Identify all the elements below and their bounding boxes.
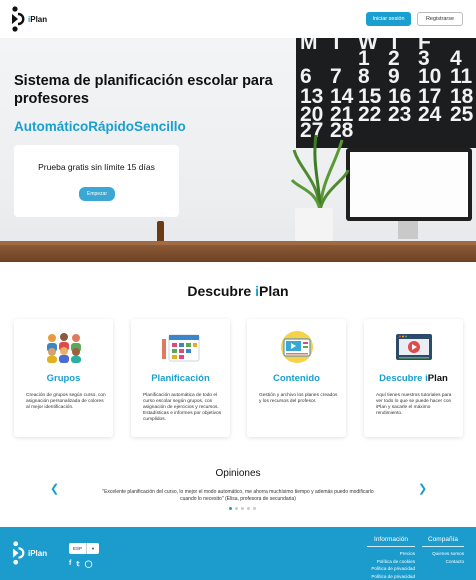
chevron-right-icon[interactable]: ❯ xyxy=(418,482,427,495)
footer-link-privacy-2[interactable]: Política de privacidad xyxy=(367,573,415,580)
trial-text: Prueba gratis sin límite 15 días xyxy=(38,162,155,172)
instagram-icon[interactable]: ◯ xyxy=(85,560,93,568)
calendar-digit: M xyxy=(300,38,318,54)
feature-title: Grupos xyxy=(46,373,81,384)
iplan-logo[interactable]: iPlan xyxy=(11,6,47,32)
testimonial-quote: "Excelente planificación del curso, lo m… xyxy=(102,489,374,502)
social-links: f 𝕥 ◯ xyxy=(69,560,92,568)
info-column: Información Precios Política de cookies … xyxy=(367,535,415,580)
feature-title: Descubre iPlan xyxy=(379,373,448,384)
twitter-icon[interactable]: 𝕥 xyxy=(76,560,79,568)
feature-card-tutorials[interactable]: Descubre iPlan Aquí tienes nuestros tuto… xyxy=(364,319,463,437)
feature-card-groups[interactable]: Grupos Creación de grupos según curso, c… xyxy=(14,319,113,437)
calendar-digit: 24 xyxy=(418,103,442,126)
language-select[interactable]: ESP ▾ xyxy=(69,543,99,554)
site-footer: iPlan ESP ▾ f 𝕥 ◯ Información Precios Po… xyxy=(0,527,476,580)
footer-link-contact[interactable]: Contacto xyxy=(422,558,464,566)
calendar-digit: T xyxy=(330,38,343,54)
discover-title: Descubre iPlan xyxy=(187,283,289,299)
calendar-icon xyxy=(162,334,200,362)
feature-description: Planificación automática de todo el curs… xyxy=(143,393,222,422)
footer-link-privacy[interactable]: Política de privacidad xyxy=(367,565,415,573)
feature-description: Creación de grupos según curso, con asig… xyxy=(26,393,106,410)
company-column: Compañía Quienes somos Contacto xyxy=(422,535,464,565)
calendar-digit: 25 xyxy=(450,103,474,126)
video-player-icon xyxy=(396,334,432,360)
logo-text: iPlan xyxy=(28,14,48,24)
bottle-image xyxy=(157,221,164,243)
start-button[interactable]: Empezar xyxy=(79,187,115,201)
carousel-dots xyxy=(229,507,256,510)
calendar-digit: 22 xyxy=(358,103,382,126)
calendar-digit: 9 xyxy=(388,65,400,88)
language-value: ESP xyxy=(69,543,87,554)
info-heading: Información xyxy=(367,535,415,547)
feature-cards: Grupos Creación de grupos según curso, c… xyxy=(14,319,466,439)
carousel-dot[interactable] xyxy=(253,507,256,510)
calendar-digit: 10 xyxy=(418,65,442,88)
company-heading: Compañía xyxy=(422,535,464,547)
feature-description: Aquí tienes nuestros tutoriales para ver… xyxy=(376,393,452,416)
carousel-dot[interactable] xyxy=(235,507,238,510)
chevron-down-icon: ▾ xyxy=(91,545,95,551)
hero-title: Sistema de planificación escolar para pr… xyxy=(14,73,273,107)
footer-logo[interactable]: iPlan xyxy=(12,541,47,565)
slogan-simple: Sencillo xyxy=(134,119,186,134)
video-content-icon xyxy=(281,331,313,363)
slogan-automatic: Automático xyxy=(14,119,89,134)
trial-card: Prueba gratis sin límite 15 días Empezar xyxy=(14,145,179,217)
feature-description: Gestión y archivo los planes creados y l… xyxy=(259,393,338,404)
carousel-dot[interactable] xyxy=(241,507,244,510)
carousel-dot[interactable] xyxy=(229,507,232,510)
feature-title: Planificación xyxy=(151,373,210,384)
footer-link-cookies[interactable]: Política de cookies xyxy=(367,558,415,566)
logo-mark-icon xyxy=(12,6,25,32)
feature-card-content[interactable]: Contenido Gestión y archivo los planes c… xyxy=(247,319,346,437)
footer-logo-text: iPlan xyxy=(28,548,48,558)
calendar-digit: 6 xyxy=(300,65,312,88)
facebook-icon[interactable]: f xyxy=(69,560,71,568)
hero-banner: M T W T F 1 2 3 4 6 7 8 9 10 11 13 14 15 16 17 18 20 21 22 23 24 2… xyxy=(0,38,476,262)
desk-image xyxy=(0,245,476,262)
logo-mark-icon xyxy=(12,541,25,565)
site-header: iPlan Iniciar sesión Registrarse xyxy=(0,0,476,38)
calendar-digit: 11 xyxy=(450,65,473,88)
slogans: Automático Rápido Sencillo xyxy=(14,119,186,134)
feature-card-planning[interactable]: Planificación Planificación automática d… xyxy=(131,319,230,437)
footer-link-about[interactable]: Quienes somos xyxy=(422,550,464,558)
login-button[interactable]: Iniciar sesión xyxy=(366,12,411,26)
slogan-fast: Rápido xyxy=(88,119,134,134)
calendar-digit: 7 xyxy=(330,65,342,88)
opinions-title: Opiniones xyxy=(215,468,261,479)
group-icon xyxy=(47,333,81,363)
carousel-dot[interactable] xyxy=(247,507,250,510)
calendar-digit: 23 xyxy=(388,103,412,126)
plant-image xyxy=(290,134,350,210)
footer-link-pricing[interactable]: Precios xyxy=(367,550,415,558)
feature-title: Contenido xyxy=(273,373,320,384)
calendar-digit: 8 xyxy=(358,65,370,88)
monitor-image xyxy=(346,148,472,221)
register-button[interactable]: Registrarse xyxy=(417,12,463,26)
chevron-left-icon[interactable]: ❮ xyxy=(50,482,59,495)
